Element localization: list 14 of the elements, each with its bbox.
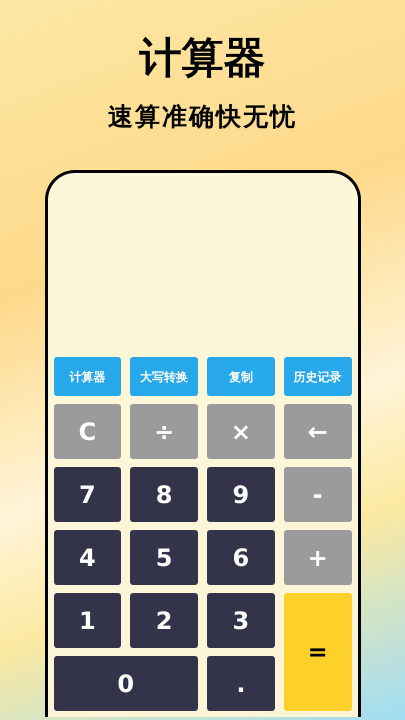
- calculator-key[interactable]: 7: [54, 467, 122, 522]
- calculator-key[interactable]: 3: [207, 593, 275, 648]
- calculator-key[interactable]: .: [207, 656, 275, 711]
- calculator-key[interactable]: 2: [130, 593, 198, 648]
- calculator-key[interactable]: 4: [54, 530, 122, 585]
- tagline: 速算准确快无忧: [108, 101, 297, 133]
- calculator-key[interactable]: 8: [130, 467, 198, 522]
- calculator-key[interactable]: 5: [130, 530, 198, 585]
- headline: 计算器: [140, 32, 266, 84]
- calculator-key[interactable]: 1: [54, 593, 122, 648]
- calculator-key[interactable]: 9: [207, 467, 275, 522]
- calculator-key[interactable]: 0: [54, 656, 198, 711]
- calculator-key[interactable]: =: [284, 593, 352, 711]
- calculator-key[interactable]: 6: [207, 530, 275, 585]
